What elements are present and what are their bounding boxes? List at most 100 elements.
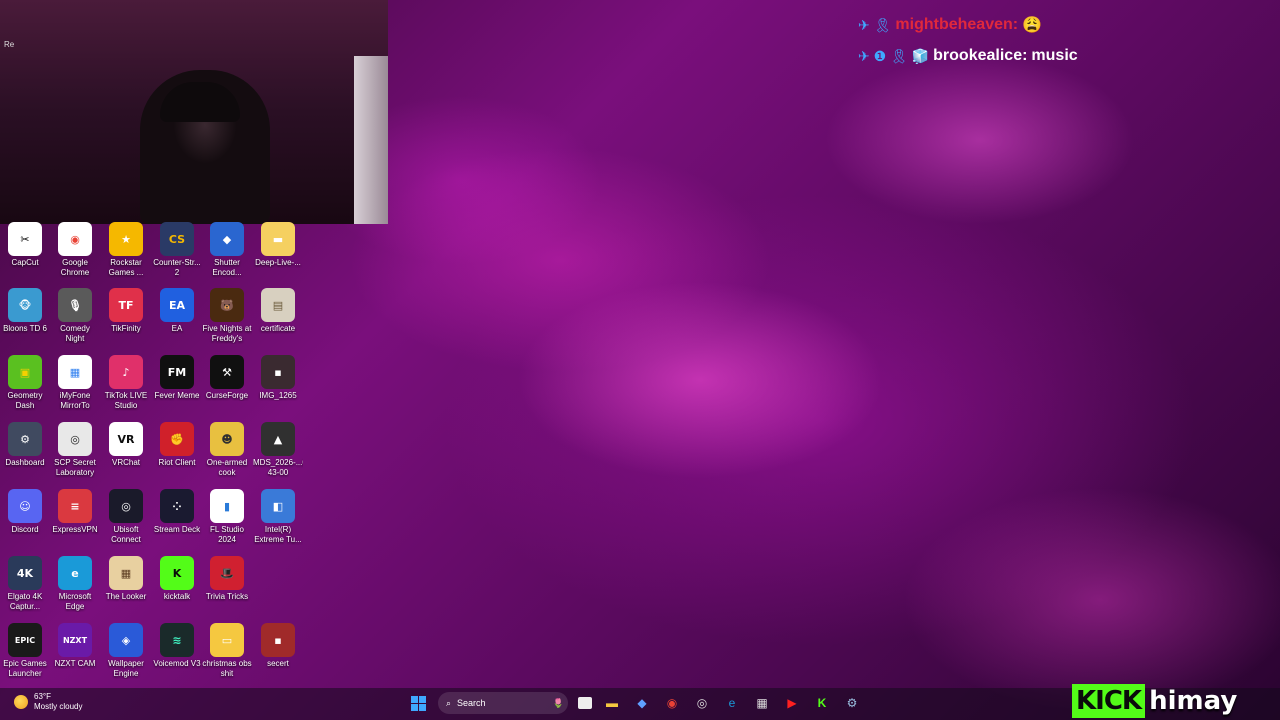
desktop-icon-label: Discord bbox=[11, 525, 39, 534]
desktop-icon[interactable]: e Microsoft Edge bbox=[50, 556, 100, 620]
kick-app-icon[interactable]: K bbox=[812, 693, 832, 713]
desktop-icon[interactable]: 4K Elgato 4K Captur... bbox=[0, 556, 50, 620]
youtube-icon[interactable]: ▶ bbox=[782, 693, 802, 713]
desktop-icon[interactable]: ◎ Ubisoft Connect bbox=[101, 489, 151, 553]
task-view-icon[interactable] bbox=[578, 697, 592, 709]
app-icon: 🎩 bbox=[210, 556, 244, 590]
desktop-icon-label: MDS_2026-...01-43-00 bbox=[253, 458, 303, 477]
desktop-icon-label: Voicemod V3 bbox=[153, 659, 201, 668]
app-icon: ✊ bbox=[160, 422, 194, 456]
desktop-icon[interactable]: ◧ Intel(R) Extreme Tu... bbox=[253, 489, 303, 553]
file-explorer-icon[interactable]: ▬ bbox=[602, 693, 622, 713]
partial-desktop-label: Re bbox=[4, 40, 15, 49]
desktop-icon-label: Wallpaper Engine bbox=[108, 659, 144, 678]
weather-temperature: 63°F bbox=[34, 692, 51, 701]
desktop-icon[interactable]: ★ Rockstar Games ... bbox=[101, 222, 151, 286]
desktop-icon[interactable]: ✊ Riot Client bbox=[152, 422, 202, 486]
desktop-icon[interactable]: ☻ One-armed cook bbox=[202, 422, 252, 486]
desktop-icon[interactable]: ⚒ CurseForge bbox=[202, 355, 252, 419]
app-icon: ✂ bbox=[8, 222, 42, 256]
search-label: Search bbox=[457, 698, 486, 708]
desktop-icon[interactable]: ▪ IMG_1265 bbox=[253, 355, 303, 419]
app-icon: ◈ bbox=[109, 623, 143, 657]
desktop-icon[interactable]: ▦ The Looker bbox=[101, 556, 151, 620]
chat-message: ✈ ❶ 🎗 🧊 brookealice: music bbox=[858, 45, 1078, 67]
app-icon: ▬ bbox=[261, 222, 295, 256]
desktop-icon[interactable]: NZXT NZXT CAM bbox=[50, 623, 100, 687]
taskbar-search[interactable]: ⌕ Search 🌷 bbox=[438, 692, 568, 714]
app-icon: ⚒ bbox=[210, 355, 244, 389]
desktop-icon[interactable]: ≋ Voicemod V3 bbox=[152, 623, 202, 687]
desktop-icon-label: iMyFone MirrorTo bbox=[59, 391, 91, 410]
desktop-icon-label: certificate bbox=[260, 324, 296, 333]
desktop-icon[interactable]: FM Fever Meme bbox=[152, 355, 202, 419]
app-icon: ◉ bbox=[58, 222, 92, 256]
start-button[interactable] bbox=[408, 693, 428, 713]
desktop-icon[interactable]: ⁘ Stream Deck bbox=[152, 489, 202, 553]
weather-condition: Mostly cloudy bbox=[34, 702, 83, 711]
desktop-icon[interactable]: TF TikFinity bbox=[101, 288, 151, 352]
desktop-icon[interactable]: ⚙ Dashboard bbox=[0, 422, 50, 486]
app-icon: ☻ bbox=[210, 422, 244, 456]
desktop-icon-label: secert bbox=[267, 659, 289, 668]
desktop-icon[interactable]: ▭ christmas obs shit bbox=[202, 623, 252, 687]
app-icon: ▭ bbox=[210, 623, 244, 657]
desktop-icon[interactable]: ▦ iMyFone MirrorTo bbox=[50, 355, 100, 419]
desktop-icon-label: Elgato 4K Captur... bbox=[7, 592, 43, 611]
chat-overlay: ✈ 🎗 mightbeheaven: 😩 ✈ ❶ 🎗 🧊 brookealice… bbox=[858, 14, 1078, 76]
edge-icon[interactable]: e bbox=[722, 693, 742, 713]
desktop-icon[interactable]: CS Counter-Str... 2 bbox=[152, 222, 202, 286]
chat-text: music bbox=[1031, 47, 1078, 64]
desktop-icon-label: Dashboard bbox=[5, 458, 45, 467]
desktop-icon[interactable]: 🎙 Comedy Night bbox=[50, 288, 100, 352]
desktop-icon-label: NZXT CAM bbox=[54, 659, 96, 668]
desktop-icon bbox=[253, 556, 303, 620]
desktop-icon[interactable]: ▤ certificate bbox=[253, 288, 303, 352]
app-icon: EPIC bbox=[8, 623, 42, 657]
app-icon: ≡ bbox=[58, 489, 92, 523]
desktop-icon-label: Bloons TD 6 bbox=[3, 324, 47, 333]
steam-icon[interactable]: ⚙ bbox=[842, 693, 862, 713]
desktop-icon[interactable]: ≡ ExpressVPN bbox=[50, 489, 100, 553]
desktop-icon[interactable]: ☺ Discord bbox=[0, 489, 50, 553]
desktop-icon[interactable]: ▲ MDS_2026-...01-43-00 bbox=[253, 422, 303, 486]
desktop-icon-label: ExpressVPN bbox=[52, 525, 98, 534]
desktop-icon[interactable]: ◈ Wallpaper Engine bbox=[101, 623, 151, 687]
chrome-icon[interactable]: ◉ bbox=[662, 693, 682, 713]
desktop-icon-label: Epic Games Launcher bbox=[3, 659, 47, 678]
app-icon: ☺ bbox=[8, 489, 42, 523]
store-icon[interactable]: ▦ bbox=[752, 693, 772, 713]
copilot-icon[interactable]: ◆ bbox=[632, 693, 652, 713]
desktop-icon[interactable]: ◆ Shutter Encod... bbox=[202, 222, 252, 286]
weather-widget[interactable]: 63°F Mostly cloudy bbox=[14, 692, 82, 712]
app-icon: 4K bbox=[8, 556, 42, 590]
desktop-icon[interactable]: ▪ secert bbox=[253, 623, 303, 687]
desktop-icon[interactable]: 🐻 Five Nights at Freddy's bbox=[202, 288, 252, 352]
desktop-icon[interactable]: VR VRChat bbox=[101, 422, 151, 486]
desktop-icon[interactable]: ▣ Geometry Dash bbox=[0, 355, 50, 419]
desktop-icon[interactable]: 🐵 Bloons TD 6 bbox=[0, 288, 50, 352]
desktop-icon[interactable]: ▬ Deep-Live-... bbox=[253, 222, 303, 286]
desktop-icon[interactable]: ◉ Google Chrome bbox=[50, 222, 100, 286]
desktop-icon[interactable]: ✂ CapCut bbox=[0, 222, 50, 286]
app-icon: ▪ bbox=[261, 355, 295, 389]
desktop-icon[interactable]: Kkicktalk bbox=[152, 556, 202, 620]
desktop-icon[interactable]: EPIC Epic Games Launcher bbox=[0, 623, 50, 687]
desktop-icon[interactable]: EA EA bbox=[152, 288, 202, 352]
app-icon: CS bbox=[160, 222, 194, 256]
app-icon: ▪ bbox=[261, 623, 295, 657]
app-icon: K bbox=[160, 556, 194, 590]
windows-icon bbox=[410, 695, 426, 711]
desktop-icon[interactable]: 🎩 Trivia Tricks bbox=[202, 556, 252, 620]
desktop-icon[interactable]: ▮ FL Studio 2024 bbox=[202, 489, 252, 553]
app-icon: ◆ bbox=[210, 222, 244, 256]
chat-username: mightbeheaven: bbox=[895, 16, 1019, 33]
desktop-icon-label: CapCut bbox=[11, 258, 39, 267]
background-door bbox=[354, 56, 388, 224]
desktop-icon[interactable]: ♪ TikTok LIVE Studio bbox=[101, 355, 151, 419]
app-icon: 🎙 bbox=[58, 288, 92, 322]
desktop-icon[interactable]: ◎ SCP Secret Laboratory bbox=[50, 422, 100, 486]
obs-icon[interactable]: ◎ bbox=[692, 693, 712, 713]
app-icon: ▦ bbox=[109, 556, 143, 590]
app-icon: ⚙ bbox=[8, 422, 42, 456]
